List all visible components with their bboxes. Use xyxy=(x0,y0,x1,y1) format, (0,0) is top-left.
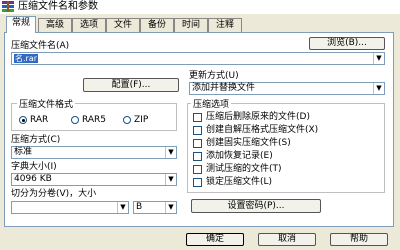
options-label: 压缩选项 xyxy=(191,100,232,111)
method-select[interactable]: 标准 ▼ xyxy=(11,146,177,159)
format-label: 压缩文件格式 xyxy=(17,100,76,111)
dictionary-label: 字典大小(I) xyxy=(11,162,57,172)
format-zip-label: ZIP xyxy=(134,115,149,125)
method-label: 压缩方式(C) xyxy=(11,135,61,145)
split-unit-select[interactable]: B ▼ xyxy=(133,201,177,214)
option-label: 创建固实压缩文件(S) xyxy=(206,138,291,148)
chevron-down-icon: ▼ xyxy=(117,202,128,213)
split-size-input[interactable]: ▼ xyxy=(11,201,129,214)
archive-name-label: 压缩文件名(A) xyxy=(11,41,70,51)
lock-archive-checkbox[interactable] xyxy=(193,178,202,187)
update-mode-select[interactable]: 添加并替换文件 ▼ xyxy=(189,82,385,95)
radio-rar[interactable] xyxy=(19,116,27,124)
radio-zip[interactable] xyxy=(123,116,131,124)
profiles-button[interactable]: 配置(F)... xyxy=(83,78,179,92)
option-label: 添加恢复记录(E) xyxy=(206,151,273,161)
split-unit-value: B xyxy=(136,202,143,212)
chevron-down-icon: ▼ xyxy=(165,202,176,213)
format-rar5-label: RAR5 xyxy=(82,115,107,125)
test-files-checkbox[interactable] xyxy=(193,165,202,174)
tab-backup[interactable]: 备份 xyxy=(140,18,174,32)
tab-general[interactable]: 常规 xyxy=(6,16,36,33)
update-mode-value: 添加并替换文件 xyxy=(192,83,256,93)
chevron-down-icon: ▼ xyxy=(373,83,384,94)
recovery-record-checkbox[interactable] xyxy=(193,152,202,161)
option-label: 锁定压缩文件(L) xyxy=(206,177,273,187)
archive-name-value: 名.rar xyxy=(14,54,39,63)
tab-bar: 常规 高级 选项 文件 备份 时间 注释 xyxy=(4,16,396,33)
sfx-checkbox[interactable] xyxy=(193,126,202,135)
browse-button[interactable]: 浏览(B)... xyxy=(309,37,385,50)
general-panel: 压缩文件名(A) 浏览(B)... 名.rar ▼ 配置(F)... 更新方式(… xyxy=(4,32,394,227)
radio-rar5[interactable] xyxy=(71,116,79,124)
help-button[interactable]: 帮助 xyxy=(330,233,388,246)
tab-advanced[interactable]: 高级 xyxy=(38,18,72,32)
cancel-button[interactable]: 取消 xyxy=(258,233,316,246)
chevron-down-icon: ▼ xyxy=(165,174,176,185)
option-label: 创建自解压格式压缩文件(X) xyxy=(206,125,319,135)
tab-files[interactable]: 文件 xyxy=(106,18,140,32)
format-rar-label: RAR xyxy=(30,115,49,125)
chevron-down-icon: ▼ xyxy=(165,147,176,158)
ok-button[interactable]: 确定 xyxy=(186,233,244,246)
archive-icon xyxy=(2,1,14,12)
archive-dialog: 压缩文件名和参数 常规 高级 选项 文件 备份 时间 注释 压缩文件名(A) 浏… xyxy=(0,0,400,250)
option-label: 测试压缩的文件(T) xyxy=(206,164,282,174)
dictionary-select[interactable]: 4096 KB ▼ xyxy=(11,173,177,186)
update-mode-label: 更新方式(U) xyxy=(189,71,239,81)
solid-checkbox[interactable] xyxy=(193,139,202,148)
dictionary-value: 4096 KB xyxy=(14,174,52,184)
archive-name-field[interactable]: 名.rar ▼ xyxy=(11,52,385,65)
set-password-button[interactable]: 设置密码(P)... xyxy=(191,199,321,213)
chevron-down-icon[interactable]: ▼ xyxy=(373,53,384,64)
tab-time[interactable]: 时间 xyxy=(174,18,208,32)
window-title: 压缩文件名和参数 xyxy=(18,1,98,12)
tab-options[interactable]: 选项 xyxy=(72,18,106,32)
option-label: 压缩后删除原来的文件(D) xyxy=(206,112,310,122)
delete-after-checkbox[interactable] xyxy=(193,113,202,122)
method-value: 标准 xyxy=(14,147,33,157)
split-label: 切分为分卷(V)，大小 xyxy=(11,189,97,199)
title-bar: 压缩文件名和参数 xyxy=(0,0,400,14)
tab-comment[interactable]: 注释 xyxy=(208,18,242,32)
